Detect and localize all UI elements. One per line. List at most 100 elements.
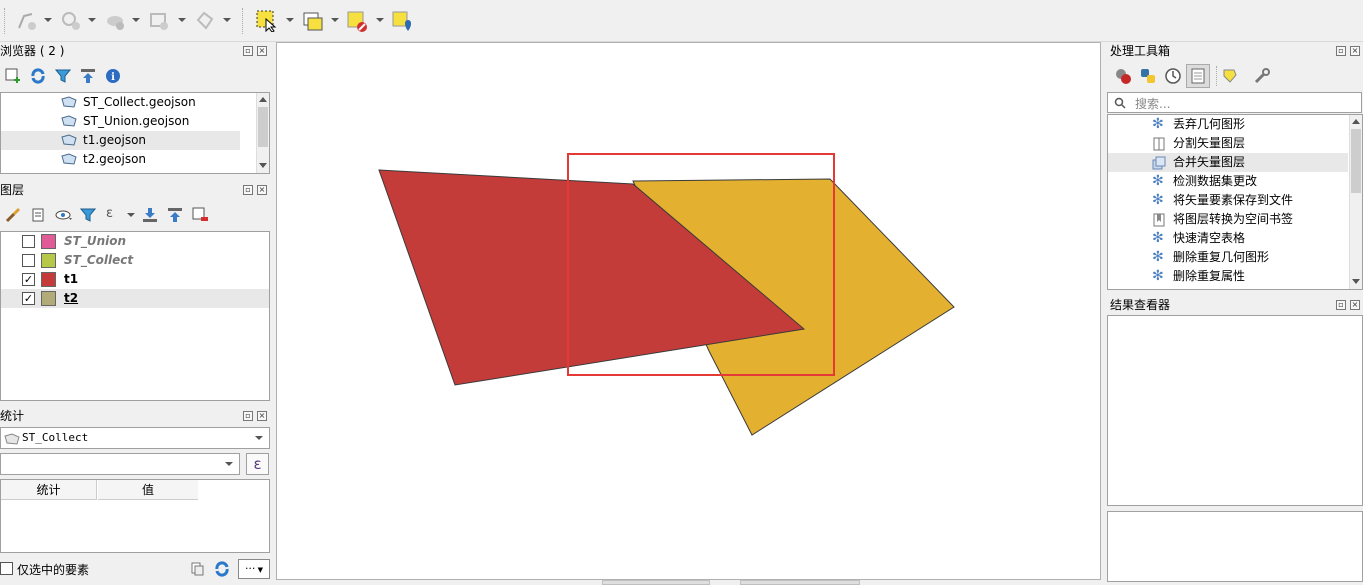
dropdown-arrow-icon[interactable] (331, 18, 339, 22)
algorithm-item[interactable]: ✻ 检测数据集更改 (1108, 172, 1348, 191)
layer-item[interactable]: ST_Union (1, 232, 269, 251)
expand-all-icon[interactable] (142, 207, 158, 223)
float-panel-icon[interactable]: ▫ (243, 185, 253, 195)
collapse-all-icon[interactable] (80, 68, 96, 84)
algorithm-item[interactable]: ✻ 将矢量要素保存到文件 (1108, 191, 1348, 210)
close-panel-icon[interactable]: × (257, 411, 267, 421)
map-canvas-svg[interactable] (277, 43, 1102, 581)
scroll-up-arrow-icon[interactable] (1352, 119, 1360, 124)
dropdown-arrow-icon[interactable] (44, 18, 52, 22)
expression-button[interactable]: ε (246, 453, 269, 475)
results-list (1107, 315, 1363, 506)
cloud-layer-icon[interactable] (104, 10, 126, 32)
close-panel-icon[interactable]: × (1350, 300, 1360, 310)
dropdown-arrow-icon[interactable] (255, 436, 263, 440)
layer-styling-icon[interactable] (5, 207, 21, 223)
copy-icon[interactable] (190, 562, 204, 576)
float-panel-icon[interactable]: ▫ (243, 46, 253, 56)
algorithm-item[interactable]: 将图层转换为空间书签 (1108, 210, 1348, 229)
refresh-icon[interactable] (214, 561, 230, 577)
info-icon[interactable]: i (105, 68, 121, 84)
layer-item[interactable]: ✓ t2 (1, 289, 269, 308)
close-panel-icon[interactable]: × (257, 185, 267, 195)
horizontal-scroll-thumb[interactable] (602, 580, 710, 585)
layer-visibility-checkbox[interactable]: ✓ (22, 273, 35, 286)
add-shape-icon[interactable] (194, 10, 216, 32)
polygon-layer-icon (61, 115, 77, 127)
collapse-all-icon[interactable] (167, 207, 183, 223)
float-panel-icon[interactable]: ▫ (1336, 46, 1346, 56)
models-icon[interactable] (1114, 67, 1132, 85)
visibility-eye-icon[interactable] (55, 207, 73, 223)
stats-column-header[interactable]: 统计 (1, 480, 97, 500)
dropdown-arrow-icon[interactable] (223, 18, 231, 22)
browser-item[interactable]: t2.geojson (1, 150, 257, 169)
algorithm-item[interactable]: 分割矢量图层 (1108, 134, 1348, 153)
bookmark-icon (1153, 213, 1165, 227)
horizontal-scroll-thumb[interactable] (740, 580, 860, 585)
refresh-icon[interactable] (30, 68, 46, 84)
algorithm-item[interactable]: ✻ 丢弃几何图形 (1108, 115, 1348, 134)
browser-scrollbar[interactable] (256, 93, 269, 173)
algorithm-item[interactable]: ✻ 删除重复属性 (1108, 267, 1348, 286)
browser-item[interactable]: ST_Collect.geojson (1, 93, 257, 112)
dropdown-arrow-icon[interactable] (376, 18, 384, 22)
scroll-up-arrow-icon[interactable] (259, 97, 267, 102)
layer-visibility-checkbox[interactable] (22, 254, 35, 267)
algorithm-item[interactable]: 合并矢量图层 (1108, 153, 1348, 172)
dropdown-arrow-icon[interactable] (88, 18, 96, 22)
toolbox-scrollbar[interactable] (1349, 115, 1362, 289)
gear-icon: ✻ (1152, 230, 1164, 246)
results-viewer-toggle[interactable] (1186, 64, 1210, 88)
selected-only-checkbox[interactable] (0, 562, 13, 575)
layer-color-swatch (41, 253, 56, 268)
svg-text:i: i (111, 72, 115, 83)
filter-icon[interactable] (55, 68, 71, 84)
deselect-features-icon[interactable] (346, 10, 368, 32)
add-line-feature-icon[interactable] (16, 10, 38, 32)
float-panel-icon[interactable]: ▫ (243, 411, 253, 421)
toolbox-search-input[interactable]: 搜索... (1107, 92, 1362, 113)
value-column-header[interactable]: 值 (98, 480, 198, 500)
more-options-button[interactable]: ··· ▼ (238, 559, 270, 579)
filter-legend-icon[interactable] (80, 207, 96, 223)
add-point-icon[interactable] (60, 10, 82, 32)
layer-item[interactable]: ST_Collect (1, 251, 269, 270)
select-location-icon[interactable] (391, 10, 413, 32)
toolbar-handle[interactable] (4, 8, 5, 34)
stats-layer-select[interactable]: ST_Collect (0, 427, 270, 449)
browser-item[interactable]: ST_Union.geojson (1, 112, 257, 131)
polygon-layer-icon (61, 96, 77, 108)
scroll-down-arrow-icon[interactable] (259, 163, 267, 168)
dropdown-arrow-icon[interactable] (225, 462, 233, 466)
remove-layer-icon[interactable] (192, 207, 208, 223)
layer-visibility-checkbox[interactable]: ✓ (22, 292, 35, 305)
dropdown-arrow-icon[interactable] (127, 213, 135, 217)
close-panel-icon[interactable]: × (1350, 46, 1360, 56)
close-panel-icon[interactable]: × (257, 46, 267, 56)
edit-features-in-place-icon[interactable] (1222, 67, 1240, 85)
add-selected-layers-icon[interactable] (5, 68, 21, 84)
scroll-thumb[interactable] (1351, 129, 1361, 193)
add-group-icon[interactable] (30, 207, 46, 223)
float-panel-icon[interactable]: ▫ (1336, 300, 1346, 310)
select-features-icon[interactable] (256, 10, 278, 32)
layer-item[interactable]: ✓ t1 (1, 270, 269, 289)
map-canvas[interactable] (276, 42, 1101, 580)
scroll-thumb[interactable] (258, 107, 268, 147)
dropdown-arrow-icon[interactable] (178, 18, 186, 22)
layer-visibility-checkbox[interactable] (22, 235, 35, 248)
history-icon[interactable] (1164, 67, 1182, 85)
scroll-down-arrow-icon[interactable] (1352, 279, 1360, 284)
python-icon[interactable] (1139, 67, 1157, 85)
dropdown-arrow-icon[interactable] (132, 18, 140, 22)
select-by-attribute-icon[interactable] (302, 10, 324, 32)
algorithm-item[interactable]: ✻ 快速清空表格 (1108, 229, 1348, 248)
algorithm-item[interactable]: ✻ 删除重复几何图形 (1108, 248, 1348, 267)
options-wrench-icon[interactable] (1253, 67, 1271, 85)
dropdown-arrow-icon[interactable] (286, 18, 294, 22)
add-table-icon[interactable] (148, 10, 170, 32)
browser-item[interactable]: t1.geojson (1, 131, 240, 150)
expression-filter-icon[interactable]: ε (106, 206, 113, 221)
stats-field-select[interactable] (0, 453, 240, 475)
